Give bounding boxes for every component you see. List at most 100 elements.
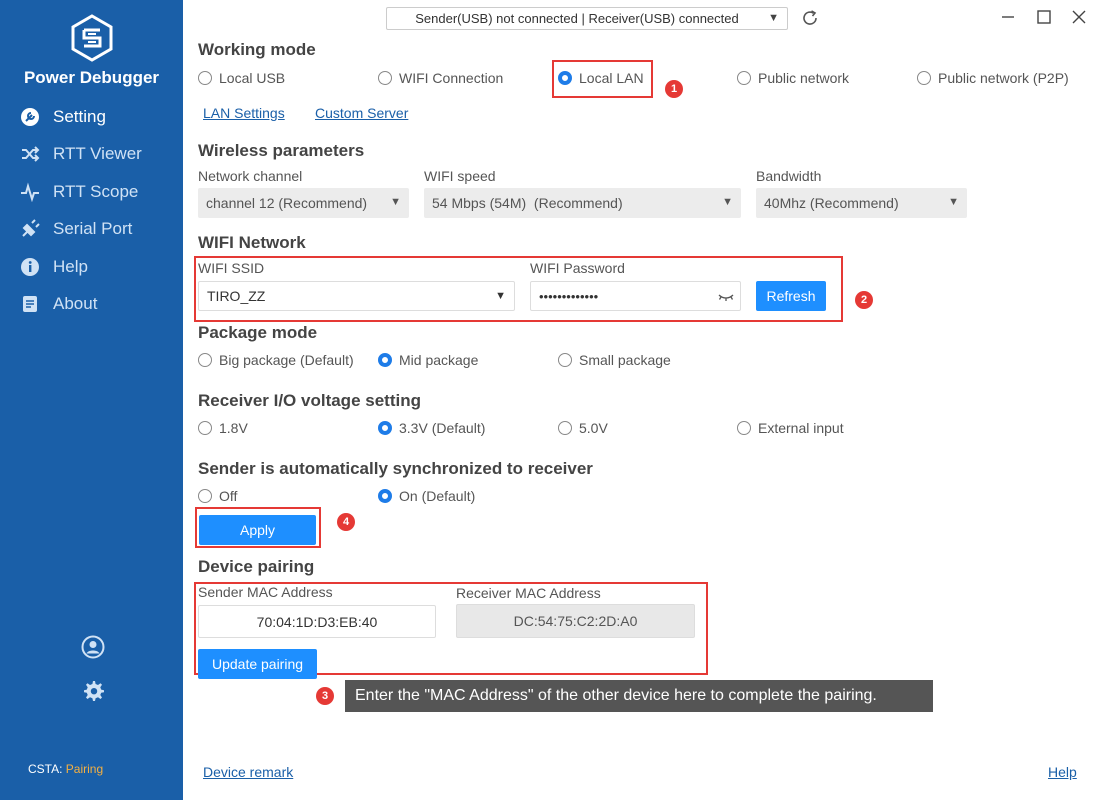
help-link[interactable]: Help [1048, 764, 1077, 780]
password-field[interactable]: ••••••••••••• [530, 281, 741, 311]
gear-icon[interactable] [81, 679, 105, 703]
annotation-box-1 [552, 60, 653, 98]
sidebar-item-about[interactable]: About [0, 286, 183, 324]
radio-mid-package[interactable]: Mid package [378, 352, 478, 368]
radio-sync-off[interactable]: Off [198, 488, 237, 504]
radio-wifi-connection[interactable]: WIFI Connection [378, 70, 503, 86]
bandwidth-select[interactable]: 40Mhz (Recommend) ▼ [756, 188, 967, 218]
wireless-heading: Wireless parameters [198, 141, 365, 160]
shuffle-icon [20, 144, 40, 164]
sidebar-item-help[interactable]: Help [0, 248, 183, 286]
status-line: CSTA: Pairing [28, 762, 103, 776]
radio-dot [198, 71, 212, 85]
radio-local-usb[interactable]: Local USB [198, 70, 285, 86]
channel-select[interactable]: channel 12 (Recommend) ▼ [198, 188, 409, 218]
working-mode-heading: Working mode [198, 40, 316, 59]
sidebar: Power Debugger Setting RTT Viewer RTT Sc… [0, 0, 183, 800]
radio-dot [558, 421, 572, 435]
sidebar-item-label: Setting [53, 106, 106, 126]
speed-value: 54 Mbps (54M) (Recommend) [432, 195, 623, 211]
maximize-button[interactable] [1035, 8, 1053, 26]
refresh-icon[interactable] [801, 9, 819, 27]
info-icon [20, 257, 40, 277]
lan-settings-link[interactable]: LAN Settings [203, 105, 285, 121]
pairing-heading: Device pairing [198, 557, 315, 576]
eye-closed-icon[interactable] [718, 292, 734, 302]
bandwidth-value: 40Mhz (Recommend) [764, 195, 899, 211]
connection-status-select[interactable]: Sender(USB) not connected | Receiver(USB… [386, 7, 788, 30]
wifi-network-heading: WIFI Network [198, 233, 306, 252]
channel-value: channel 12 (Recommend) [206, 195, 368, 211]
chevron-down-icon: ▼ [722, 196, 733, 208]
annotation-badge-3: 3 [316, 687, 334, 705]
sync-heading: Sender is automatically synchronized to … [198, 459, 593, 478]
ssid-select[interactable]: TIRO_ZZ ▼ [198, 281, 515, 311]
pairing-tooltip: Enter the "MAC Address" of the other dev… [345, 680, 933, 712]
sidebar-item-serial-port[interactable]: Serial Port [0, 211, 183, 249]
radio-dot [198, 489, 212, 503]
channel-label: Network channel [198, 168, 303, 184]
radio-5v0[interactable]: 5.0V [558, 420, 608, 436]
radio-sync-on[interactable]: On (Default) [378, 488, 475, 504]
bandwidth-label: Bandwidth [756, 168, 822, 184]
radio-label: 3.3V (Default) [399, 420, 486, 436]
radio-dot [378, 489, 392, 503]
pulse-icon [20, 182, 40, 202]
radio-label: 1.8V [219, 420, 248, 436]
brand-title: Power Debugger [23, 68, 160, 87]
sidebar-item-rtt-scope[interactable]: RTT Scope [0, 173, 183, 211]
annotation-badge-2: 2 [855, 291, 873, 309]
sidebar-item-rtt-viewer[interactable]: RTT Viewer [0, 136, 183, 174]
device-remark-link[interactable]: Device remark [203, 764, 293, 780]
update-pairing-button[interactable]: Update pairing [198, 649, 317, 679]
document-icon [20, 294, 40, 314]
sidebar-item-setting[interactable]: Setting [0, 98, 183, 136]
ssid-value: TIRO_ZZ [207, 288, 266, 304]
app-logo-icon [71, 14, 113, 62]
radio-label: Small package [579, 352, 671, 368]
radio-public-network-p2p[interactable]: Public network (P2P) [917, 70, 1069, 86]
close-icon [1072, 10, 1086, 24]
radio-dot [737, 421, 751, 435]
custom-server-link[interactable]: Custom Server [315, 105, 408, 121]
sidebar-item-label: RTT Viewer [53, 144, 142, 164]
sender-mac-label: Sender MAC Address [198, 584, 333, 600]
radio-label: Public network (P2P) [938, 70, 1069, 86]
refresh-button[interactable]: Refresh [756, 281, 826, 311]
radio-external-input[interactable]: External input [737, 420, 844, 436]
sidebar-item-label: RTT Scope [53, 181, 139, 201]
sidebar-item-label: About [53, 294, 98, 314]
radio-1v8[interactable]: 1.8V [198, 420, 248, 436]
annotation-badge-4: 4 [337, 513, 355, 531]
radio-dot [198, 421, 212, 435]
apply-button[interactable]: Apply [199, 515, 316, 545]
status-label: CSTA: [28, 762, 63, 776]
package-mode-heading: Package mode [198, 323, 318, 342]
annotation-badge-1: 1 [665, 80, 683, 98]
radio-label: Public network [758, 70, 850, 86]
speed-label: WIFI speed [424, 168, 496, 184]
speed-select[interactable]: 54 Mbps (54M) (Recommend) ▼ [424, 188, 741, 218]
radio-small-package[interactable]: Small package [558, 352, 671, 368]
sidebar-item-label: Help [53, 256, 88, 276]
chevron-down-icon: ▼ [390, 196, 401, 208]
radio-dot [378, 353, 392, 367]
radio-dot [558, 353, 572, 367]
maximize-icon [1037, 10, 1051, 24]
status-value: Pairing [65, 762, 104, 776]
radio-big-package[interactable]: Big package (Default) [198, 352, 354, 368]
minimize-button[interactable] [999, 8, 1017, 26]
radio-label: External input [758, 420, 844, 436]
ssid-label: WIFI SSID [198, 260, 265, 276]
chevron-down-icon: ▼ [495, 290, 506, 302]
radio-label: Local USB [219, 70, 286, 86]
radio-3v3[interactable]: 3.3V (Default) [378, 420, 485, 436]
chevron-down-icon: ▼ [948, 196, 959, 208]
sender-mac-input[interactable]: 70:04:1D:D3:EB:40 [198, 605, 436, 638]
radio-label: Off [219, 488, 238, 504]
radio-public-network[interactable]: Public network [737, 70, 849, 86]
radio-label: 5.0V [579, 420, 608, 436]
close-button[interactable] [1070, 8, 1088, 26]
user-icon[interactable] [81, 635, 105, 659]
radio-dot [737, 71, 751, 85]
